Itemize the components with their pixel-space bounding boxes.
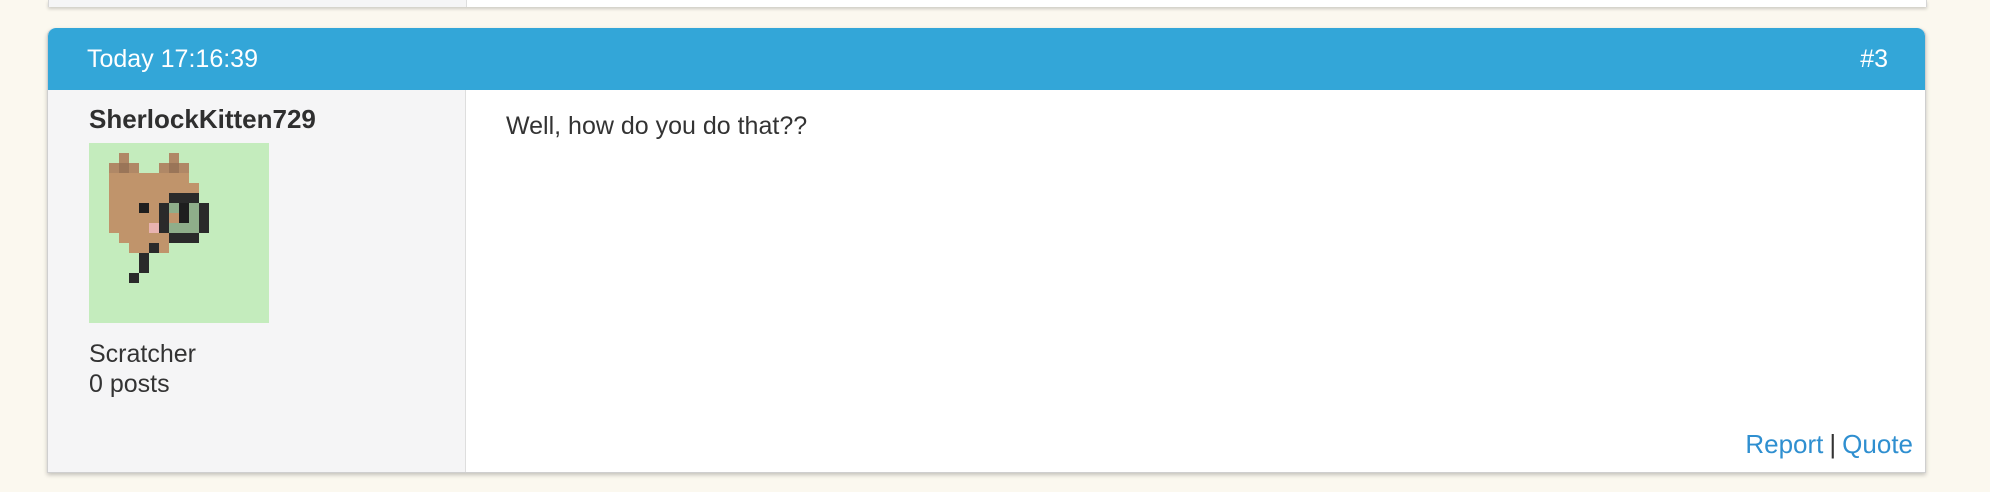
author-post-count: 0 posts (89, 370, 170, 398)
previous-post-sidebar (49, 0, 467, 7)
post-actions: Report | Quote (1745, 429, 1913, 460)
author-rank: Scratcher (89, 340, 196, 368)
actions-separator: | (1829, 429, 1837, 459)
forum-post: Today 17:16:39 #3 SherlockKitten729 Scra… (47, 28, 1926, 473)
post-timestamp: Today 17:16:39 (87, 45, 258, 73)
author-username-link[interactable]: SherlockKitten729 (89, 104, 316, 135)
post-number-link[interactable]: #3 (1860, 28, 1888, 90)
report-link[interactable]: Report (1745, 429, 1823, 459)
cat-with-magnifying-glass-icon (109, 153, 209, 283)
post-body: SherlockKitten729 Scratcher 0 posts Well… (48, 90, 1925, 472)
post-header: Today 17:16:39 #3 (48, 28, 1925, 90)
quote-link[interactable]: Quote (1842, 429, 1913, 459)
previous-post-remnant (48, 0, 1927, 7)
author-avatar[interactable] (89, 143, 269, 323)
post-content-text: Well, how do you do that?? (506, 112, 808, 140)
post-author-sidebar: SherlockKitten729 Scratcher 0 posts (48, 90, 466, 472)
